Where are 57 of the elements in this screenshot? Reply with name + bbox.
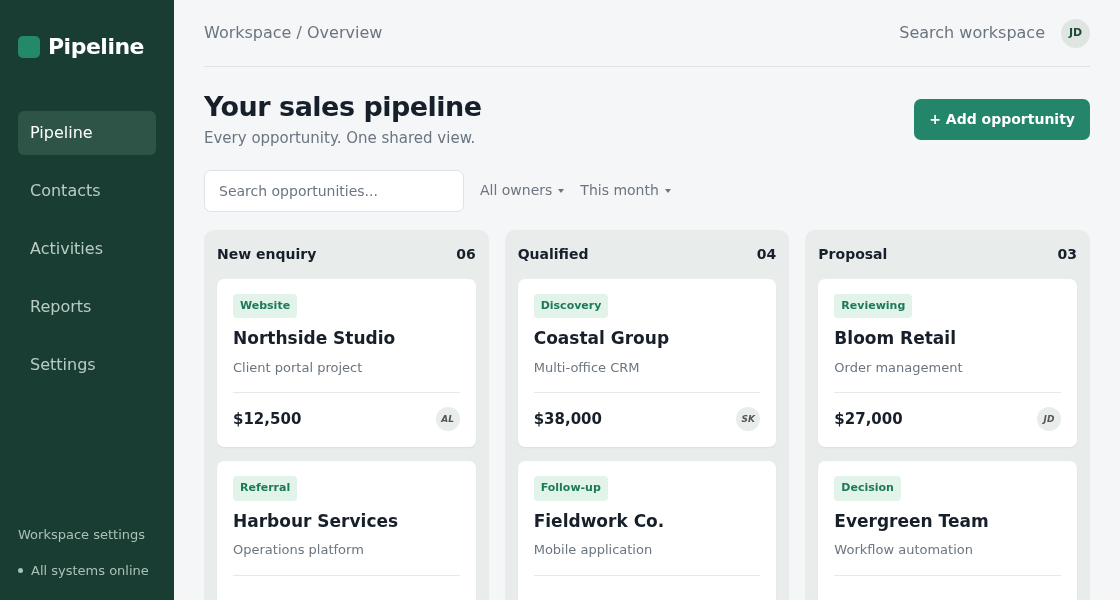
opportunity-card[interactable]: Discovery Coastal Group Multi-office CRM $38,000 SK [517,278,777,448]
card-title: Northside Studio [233,327,397,351]
owner-avatar: JD [1037,407,1061,432]
page-title: Your sales pipeline [204,91,482,124]
add-opportunity-button[interactable]: + Add opportunity [914,99,1090,140]
sidebar-item[interactable]: Contacts [18,169,156,213]
owner-avatar: SK [736,407,761,432]
sidebar-item[interactable]: Activities [18,227,156,271]
card-subtitle: Multi-office CRM [533,358,641,377]
deal-amount: $12,500 [233,409,302,431]
page-subtitle: Every opportunity. One shared view. [204,128,477,150]
card-title: Evergreen Team [834,509,990,533]
filter-dropdown[interactable]: All owners [480,180,565,202]
tag-badge: Follow-up [533,476,608,501]
column-count: 04 [756,244,777,264]
search-workspace-link[interactable]: Search workspace [899,21,1045,45]
sidebar-item[interactable]: Reports [18,285,156,329]
card-subtitle: Operations platform [233,541,365,560]
sidebar-item[interactable]: Settings [18,343,156,387]
column-count: 06 [456,244,476,264]
tag-badge: Website [233,293,298,319]
opportunity-card[interactable]: Reviewing Bloom Retail Order management $27,000 JD [818,278,1077,448]
caret-icon [664,188,671,193]
app-logo: Pipeline [48,33,144,61]
opportunity-card[interactable]: Follow-up Fieldwork Co. Mobile application [517,461,777,600]
breadcrumb: Workspace / Overview [204,22,383,44]
deal-amount: $38,000 [533,409,602,431]
tag-badge: Discovery [533,293,609,319]
deal-amount: $27,000 [834,409,903,431]
column-title: Proposal [818,244,888,264]
search-field[interactable]: Search opportunities... [204,169,464,212]
tag-badge: Referral [233,476,298,501]
card-subtitle: Client portal project [233,358,364,377]
column-title: New enquiry [217,244,317,264]
card-title: Bloom Retail [834,327,957,351]
card-title: Fieldwork Co. [533,509,666,533]
card-title: Coastal Group [533,327,671,351]
filter-dropdown[interactable]: This month [580,180,671,202]
workspace-settings-link[interactable]: Workspace settings [18,525,156,545]
status-dot-icon [18,567,23,573]
sidebar-item[interactable]: Pipeline [18,111,156,155]
column-count: 03 [1057,244,1077,264]
caret-icon [558,188,565,193]
card-title: Harbour Services [233,509,400,533]
card-subtitle: Order management [834,358,964,377]
card-subtitle: Workflow automation [834,541,974,560]
logo-icon [18,35,40,58]
card-subtitle: Mobile application [533,541,654,560]
opportunity-card[interactable]: Website Northside Studio Client portal project $12,500 AL [217,278,476,448]
user-avatar[interactable]: JD [1061,18,1090,48]
owner-avatar: AL [435,407,460,432]
opportunity-card[interactable]: Referral Harbour Services Operations platform [217,461,476,600]
tag-badge: Decision [834,476,901,501]
tag-badge: Reviewing [834,293,913,319]
status-text: All systems online [31,561,149,580]
opportunity-card[interactable]: Decision Evergreen Team Workflow automation [818,461,1077,600]
column-title: Qualified [517,244,589,264]
